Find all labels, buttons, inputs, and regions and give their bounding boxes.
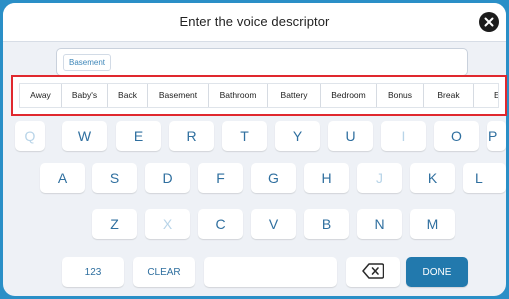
key-f[interactable]: F	[198, 163, 243, 193]
suggestion-item[interactable]: Bonus	[377, 84, 424, 107]
key-r[interactable]: R	[169, 121, 214, 151]
space-key[interactable]	[204, 257, 337, 287]
clear-key[interactable]: CLEAR	[133, 257, 195, 287]
backspace-key[interactable]	[346, 257, 400, 287]
suggestion-item[interactable]: E	[474, 84, 498, 107]
suggestion-bar: Away Baby's Back Basement Bathroom Batte…	[19, 83, 499, 108]
voice-descriptor-dialog: Enter the voice descriptor Basement Q W …	[3, 3, 506, 296]
key-c[interactable]: C	[198, 209, 243, 239]
suggestion-item[interactable]: Bedroom	[321, 84, 377, 107]
suggestion-item[interactable]: Away	[20, 84, 62, 107]
key-p[interactable]: P	[487, 121, 506, 151]
numbers-key[interactable]: 123	[62, 257, 124, 287]
key-q[interactable]: Q	[15, 121, 45, 151]
key-z[interactable]: Z	[92, 209, 137, 239]
key-s[interactable]: S	[92, 163, 137, 193]
key-i[interactable]: I	[381, 121, 426, 151]
key-v[interactable]: V	[251, 209, 296, 239]
key-n[interactable]: N	[357, 209, 402, 239]
key-x[interactable]: X	[145, 209, 190, 239]
key-w[interactable]: W	[62, 121, 107, 151]
key-l[interactable]: L	[463, 163, 506, 193]
key-b[interactable]: B	[304, 209, 349, 239]
key-e[interactable]: E	[116, 121, 161, 151]
backspace-icon	[362, 262, 385, 282]
done-button[interactable]: DONE	[406, 257, 468, 287]
key-y[interactable]: Y	[275, 121, 320, 151]
close-button[interactable]	[479, 12, 499, 32]
dialog-title: Enter the voice descriptor	[179, 14, 330, 29]
key-a[interactable]: A	[40, 163, 85, 193]
descriptor-input[interactable]: Basement	[56, 48, 468, 76]
key-d[interactable]: D	[145, 163, 190, 193]
key-h[interactable]: H	[304, 163, 349, 193]
dialog-header: Enter the voice descriptor	[3, 3, 506, 42]
key-k[interactable]: K	[410, 163, 455, 193]
suggestion-item[interactable]: Baby's	[62, 84, 108, 107]
suggestion-item[interactable]: Bathroom	[209, 84, 268, 107]
suggestion-item[interactable]: Back	[108, 84, 148, 107]
key-g[interactable]: G	[251, 163, 296, 193]
suggestion-item[interactable]: Break	[424, 84, 474, 107]
key-u[interactable]: U	[328, 121, 373, 151]
suggestion-item[interactable]: Battery	[268, 84, 321, 107]
key-t[interactable]: T	[222, 121, 267, 151]
suggestion-item[interactable]: Basement	[148, 84, 209, 107]
close-icon	[484, 17, 494, 27]
key-o[interactable]: O	[434, 121, 479, 151]
descriptor-chip[interactable]: Basement	[63, 54, 112, 71]
suggestion-strip-highlight: Away Baby's Back Basement Bathroom Batte…	[11, 75, 507, 116]
key-j[interactable]: J	[357, 163, 402, 193]
key-m[interactable]: M	[410, 209, 455, 239]
